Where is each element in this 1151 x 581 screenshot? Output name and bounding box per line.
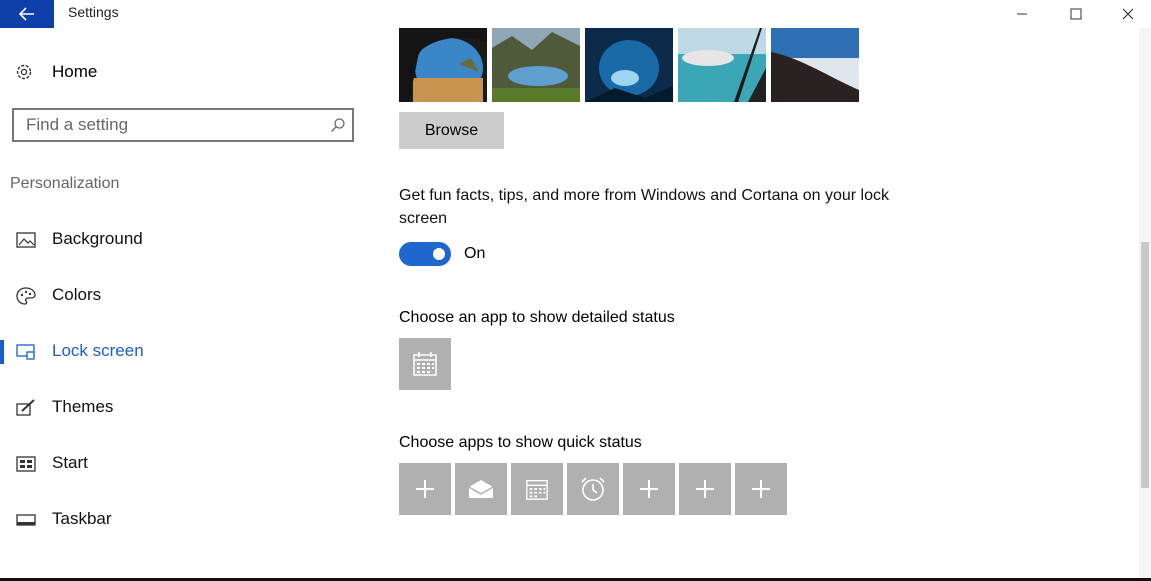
sidebar-item-label: Taskbar <box>52 509 112 528</box>
calendar-icon <box>526 480 548 500</box>
search-input[interactable] <box>14 110 324 140</box>
search-box[interactable] <box>12 108 354 142</box>
sidebar-item-label: Colors <box>52 285 102 304</box>
picture-thumbnail[interactable] <box>399 28 487 102</box>
sidebar-item-label: Background <box>52 229 143 248</box>
picture-thumbnail[interactable] <box>492 28 580 102</box>
palette-icon <box>16 287 36 305</box>
start-icon <box>16 456 36 472</box>
picture-thumbnail[interactable] <box>678 28 766 102</box>
add-icon <box>640 480 658 498</box>
tips-toggle[interactable] <box>399 242 451 266</box>
alarm-icon <box>581 477 605 501</box>
mail-icon <box>468 480 494 498</box>
scrollbar[interactable] <box>1139 28 1151 581</box>
nav-home-label: Home <box>52 62 98 81</box>
quick-status-slot[interactable] <box>567 463 619 515</box>
picture-thumbnails <box>399 28 864 102</box>
picture-icon <box>16 232 36 248</box>
quick-status-apps <box>399 463 791 515</box>
back-arrow-icon <box>19 7 34 21</box>
nav-home[interactable]: Home <box>14 62 97 82</box>
picture-thumbnail[interactable] <box>771 28 859 102</box>
add-icon <box>752 480 770 498</box>
sidebar-item-background[interactable]: Background <box>0 212 372 268</box>
quick-status-slot[interactable] <box>511 463 563 515</box>
main-content: Browse Get fun facts, tips, and more fro… <box>372 0 1139 581</box>
search-icon[interactable] <box>324 117 352 133</box>
browse-button[interactable]: Browse <box>399 112 504 149</box>
app-title: Settings <box>68 4 119 20</box>
quick-status-slot[interactable] <box>679 463 731 515</box>
sidebar-item-label: Themes <box>52 397 114 416</box>
sidebar-item-start[interactable]: Start <box>0 436 372 492</box>
add-icon <box>696 480 714 498</box>
quick-status-slot[interactable] <box>735 463 787 515</box>
sidebar-item-lock-screen[interactable]: Lock screen <box>0 324 372 380</box>
calendar-icon <box>413 352 437 376</box>
toggle-knob <box>433 248 445 260</box>
quick-status-title: Choose apps to show quick status <box>399 434 642 451</box>
picture-thumbnail[interactable] <box>585 28 673 102</box>
sidebar-item-colors[interactable]: Colors <box>0 268 372 324</box>
sidebar-item-taskbar[interactable]: Taskbar <box>0 492 372 548</box>
lock-screen-icon <box>16 344 35 360</box>
scrollbar-thumb[interactable] <box>1141 242 1149 488</box>
detailed-status-title: Choose an app to show detailed status <box>399 309 675 326</box>
nav-list: Background Colors Lock screen Themes Sta… <box>0 212 372 548</box>
sidebar-item-label: Start <box>52 453 88 472</box>
brush-icon <box>16 399 35 416</box>
sidebar: Home Personalization Background <box>0 28 372 581</box>
quick-status-slot[interactable] <box>399 463 451 515</box>
back-button[interactable] <box>0 0 54 28</box>
taskbar-icon <box>16 514 36 526</box>
sidebar-item-themes[interactable]: Themes <box>0 380 372 436</box>
gear-icon <box>16 64 32 80</box>
quick-status-slot[interactable] <box>455 463 507 515</box>
detailed-status-app-button[interactable] <box>399 338 451 390</box>
tips-label: Get fun facts, tips, and more from Windo… <box>399 187 889 227</box>
section-title: Personalization <box>10 175 120 192</box>
sidebar-item-label: Lock screen <box>52 341 144 360</box>
active-indicator <box>0 340 4 364</box>
add-icon <box>416 480 434 498</box>
quick-status-slot[interactable] <box>623 463 675 515</box>
toggle-state-label: On <box>464 245 486 262</box>
